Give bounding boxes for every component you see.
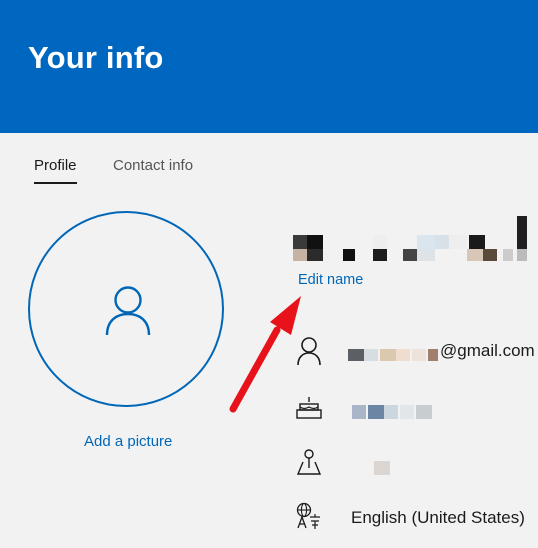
language-icon bbox=[296, 502, 320, 529]
tab-bar: Profile Contact info bbox=[0, 133, 538, 184]
profile-picture-placeholder[interactable] bbox=[28, 211, 224, 407]
add-picture-link[interactable]: Add a picture bbox=[84, 433, 172, 450]
page-title: Your info bbox=[28, 40, 164, 75]
language-text: English (United States) bbox=[351, 508, 525, 527]
page-header: Your info bbox=[0, 0, 538, 133]
map-pin-icon bbox=[296, 449, 322, 475]
edit-name-link[interactable]: Edit name bbox=[298, 272, 363, 288]
tab-profile[interactable]: Profile bbox=[34, 157, 77, 184]
tab-contact-info[interactable]: Contact info bbox=[113, 157, 193, 175]
email-domain-text: @gmail.com bbox=[440, 341, 535, 360]
person-icon bbox=[105, 286, 151, 336]
annotation-arrow bbox=[229, 296, 301, 413]
blurred-region bbox=[374, 461, 390, 475]
blurred-name bbox=[291, 216, 531, 262]
